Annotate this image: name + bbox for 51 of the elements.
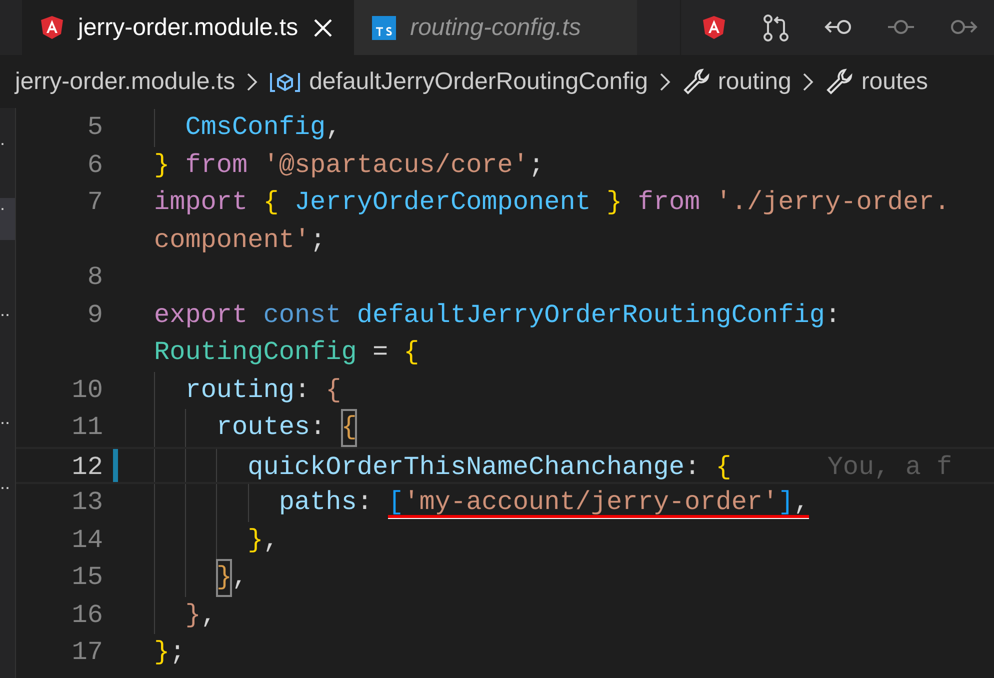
editor-tab[interactable]: routing-config.ts: [354, 0, 637, 55]
line-number: 7: [87, 187, 103, 217]
editor-tab[interactable]: jerry-order.module.ts: [22, 0, 354, 55]
wrench-icon: [682, 68, 710, 96]
line-number: 9: [87, 300, 103, 330]
code-line: paths: ['my-account/jerry-order'],: [154, 484, 810, 522]
inline-blame-text: You, a f: [827, 450, 952, 482]
file-name-fragment[interactable]: .: [0, 193, 15, 215]
line-number: 17: [72, 637, 103, 667]
tab-label: routing-config.ts: [410, 12, 581, 42]
breadcrumb-item[interactable]: defaultJerryOrderRoutingConfig: [269, 64, 648, 100]
file-name-fragment[interactable]: .: [0, 128, 15, 150]
line-number: 8: [87, 262, 103, 292]
code-line: },: [154, 522, 279, 559]
angular-icon: [40, 15, 64, 40]
line-number: 5: [87, 112, 103, 142]
file-name-fragment[interactable]: ..: [0, 472, 15, 494]
line-number: 16: [72, 600, 103, 630]
file-name-fragment[interactable]: ..: [0, 299, 15, 321]
angular-icon: [702, 15, 726, 40]
code-line: routes: {: [154, 409, 357, 446]
breadcrumb-item[interactable]: routing: [682, 64, 792, 100]
code-line: routing: {: [154, 372, 342, 409]
code-underline-mark: ['my-account/jerry-order'],: [388, 484, 810, 518]
code-line: CmsConfig,: [154, 109, 342, 146]
typescript-file-icon: [372, 16, 396, 40]
chevron-right-icon: [801, 70, 816, 92]
breadcrumb-item[interactable]: routes: [825, 64, 928, 100]
line-number: 12: [72, 452, 103, 482]
code-line: },: [154, 559, 248, 596]
line-number: 13: [72, 487, 103, 517]
tab-label: jerry-order.module.ts: [78, 12, 298, 42]
code-line: },: [154, 596, 216, 634]
line-number: 11: [72, 412, 103, 442]
chevron-right-icon: [245, 70, 260, 92]
line-number: 10: [72, 374, 103, 404]
file-name-fragment[interactable]: ..: [0, 407, 15, 429]
code-line: export const defaultJerryOrderRoutingConfig:: [154, 298, 841, 332]
chevron-right-icon: [658, 70, 672, 92]
line-number: 14: [72, 524, 103, 554]
breadcrumb-item[interactable]: jerry-order.module.ts: [15, 64, 236, 100]
code-line: RoutingConfig = {: [154, 336, 420, 369]
close-icon: [312, 16, 334, 38]
code-line: component';: [154, 224, 326, 256]
wrench-icon: [825, 68, 854, 96]
line-number: 6: [87, 150, 103, 180]
code-line: } from '@spartacus/core';: [154, 148, 544, 182]
code-line: import { JerryOrderComponent } from './jerry-order.: [154, 186, 950, 219]
line-number: 15: [72, 562, 103, 592]
code-line: quickOrderThisNameChanchange: {: [154, 448, 732, 482]
code-line: };: [154, 636, 186, 669]
